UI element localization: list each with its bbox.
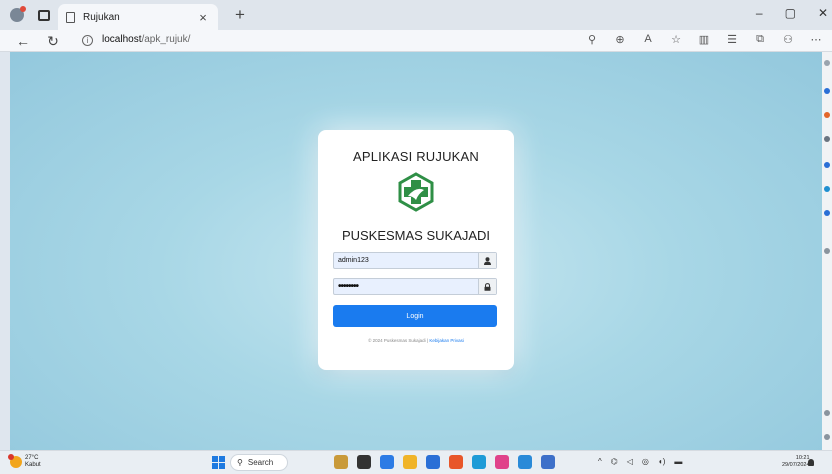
send-icon[interactable]: ◁	[627, 457, 633, 466]
battery-icon[interactable]: ▬	[674, 457, 682, 466]
task-view-icon[interactable]	[357, 455, 371, 469]
puskesmas-logo	[398, 172, 434, 212]
copilot-icon[interactable]	[824, 88, 830, 94]
copyright-text: © 2024 Puskesmas Sukajadi |	[368, 338, 429, 343]
login-button[interactable]: Login	[333, 305, 497, 327]
browser-tab-bar: Rujukan × + – ▢ ✕	[0, 0, 832, 30]
persona-icon[interactable]	[824, 136, 830, 142]
taskbar-clock[interactable]: 10:21 29/07/2024	[782, 455, 810, 469]
profile-avatar[interactable]	[10, 6, 26, 22]
edge-icon[interactable]	[472, 455, 486, 469]
lock-icon	[478, 279, 496, 294]
favorites-bar-icon[interactable]: ☰	[724, 33, 740, 46]
search-icon: ⚲	[237, 458, 243, 467]
new-tab-button[interactable]: +	[230, 5, 250, 25]
app-icon[interactable]	[495, 455, 509, 469]
page-icon	[66, 11, 75, 23]
collections-icon[interactable]: ⧉	[752, 33, 768, 46]
browser-tab[interactable]: Rujukan ×	[58, 4, 218, 30]
privacy-policy-link[interactable]: Kebijakan Privasi	[429, 338, 464, 343]
info-icon[interactable]: i	[82, 35, 93, 46]
file-explorer-icon[interactable]	[403, 455, 417, 469]
split-screen-icon[interactable]: ▥	[696, 33, 712, 46]
search-sidebar-icon[interactable]	[824, 60, 830, 66]
tab-title: Rujukan	[83, 11, 120, 23]
start-button[interactable]	[212, 456, 225, 469]
sidebar-settings-icon[interactable]	[824, 434, 830, 440]
organization-name: PUSKESMAS SUKAJADI	[341, 228, 491, 243]
weather-desc: Kabut	[25, 462, 41, 468]
vscode-icon[interactable]	[518, 455, 532, 469]
favorite-icon[interactable]: ☆	[668, 33, 684, 46]
search-label: Search	[247, 458, 274, 467]
username-field[interactable]: admin123	[333, 252, 497, 269]
url-path: /apk_rujuk/	[141, 34, 191, 45]
close-window-button[interactable]: ✕	[818, 6, 828, 20]
restore-button[interactable]: ▢	[785, 6, 796, 20]
office-icon[interactable]	[824, 186, 830, 192]
zoom-icon[interactable]: ⊕	[612, 33, 628, 46]
weather-icon	[8, 454, 22, 468]
page-content: APLIKASI RUJUKAN PUSKESMAS SUKAJADI admi…	[10, 52, 822, 450]
clock-date: 29/07/2024	[782, 462, 810, 468]
login-card: APLIKASI RUJUKAN PUSKESMAS SUKAJADI admi…	[318, 130, 514, 370]
windows-taskbar: 27°C Kabut ⚲ Search ^ ⌬ ◁ ◎ ◖) ▬ 10:21 2…	[0, 450, 832, 474]
back-icon[interactable]: ←	[14, 32, 32, 50]
footer: © 2024 Puskesmas Sukajadi | Kebijakan Pr…	[318, 338, 514, 343]
add-sidebar-icon[interactable]	[824, 248, 830, 254]
outlook-icon[interactable]	[824, 210, 830, 216]
read-aloud-icon[interactable]: A	[640, 33, 656, 46]
weather-widget[interactable]: 27°C Kabut	[8, 454, 41, 469]
copilot-app-icon[interactable]	[380, 455, 394, 469]
taskbar-search[interactable]: ⚲ Search	[230, 454, 288, 471]
weather-temp: 27°C	[25, 455, 39, 461]
address-bar: ← ↻ i localhost/apk_rujuk/ ⚲ ⊕ A ☆ ▥ ☰ ⧉…	[0, 30, 832, 52]
terminal-icon[interactable]	[541, 455, 555, 469]
more-icon[interactable]: ⋯	[808, 33, 824, 46]
wifi-icon[interactable]: ◎	[642, 457, 649, 466]
widgets-app-icon[interactable]	[334, 455, 348, 469]
password-value: ••••••••	[338, 281, 359, 292]
password-field[interactable]: ••••••••	[333, 278, 497, 295]
store-icon[interactable]	[426, 455, 440, 469]
browser-sidebar	[822, 52, 832, 450]
app-title: APLIKASI RUJUKAN	[352, 149, 479, 164]
key-icon[interactable]: ⚲	[584, 33, 600, 46]
url-field[interactable]: localhost/apk_rujuk/	[102, 34, 190, 45]
tab-actions-icon[interactable]	[38, 9, 50, 21]
notification-bell-icon[interactable]	[808, 459, 814, 466]
extensions-icon[interactable]: ⚇	[780, 33, 796, 46]
username-value: admin123	[338, 257, 369, 264]
tab-close-button[interactable]: ×	[196, 10, 210, 25]
hide-sidebar-icon[interactable]	[824, 410, 830, 416]
refresh-icon[interactable]: ↻	[44, 32, 62, 50]
minimize-button[interactable]: –	[756, 6, 763, 20]
games-icon[interactable]	[824, 162, 830, 168]
firefox-icon[interactable]	[449, 455, 463, 469]
volume-icon[interactable]: ◖)	[658, 457, 666, 466]
shopping-icon[interactable]	[824, 112, 830, 118]
url-host: localhost	[102, 34, 142, 45]
tray-overflow-icon[interactable]: ^	[598, 457, 602, 466]
network-tray-icon[interactable]: ⌬	[611, 457, 618, 466]
user-icon	[478, 253, 496, 268]
